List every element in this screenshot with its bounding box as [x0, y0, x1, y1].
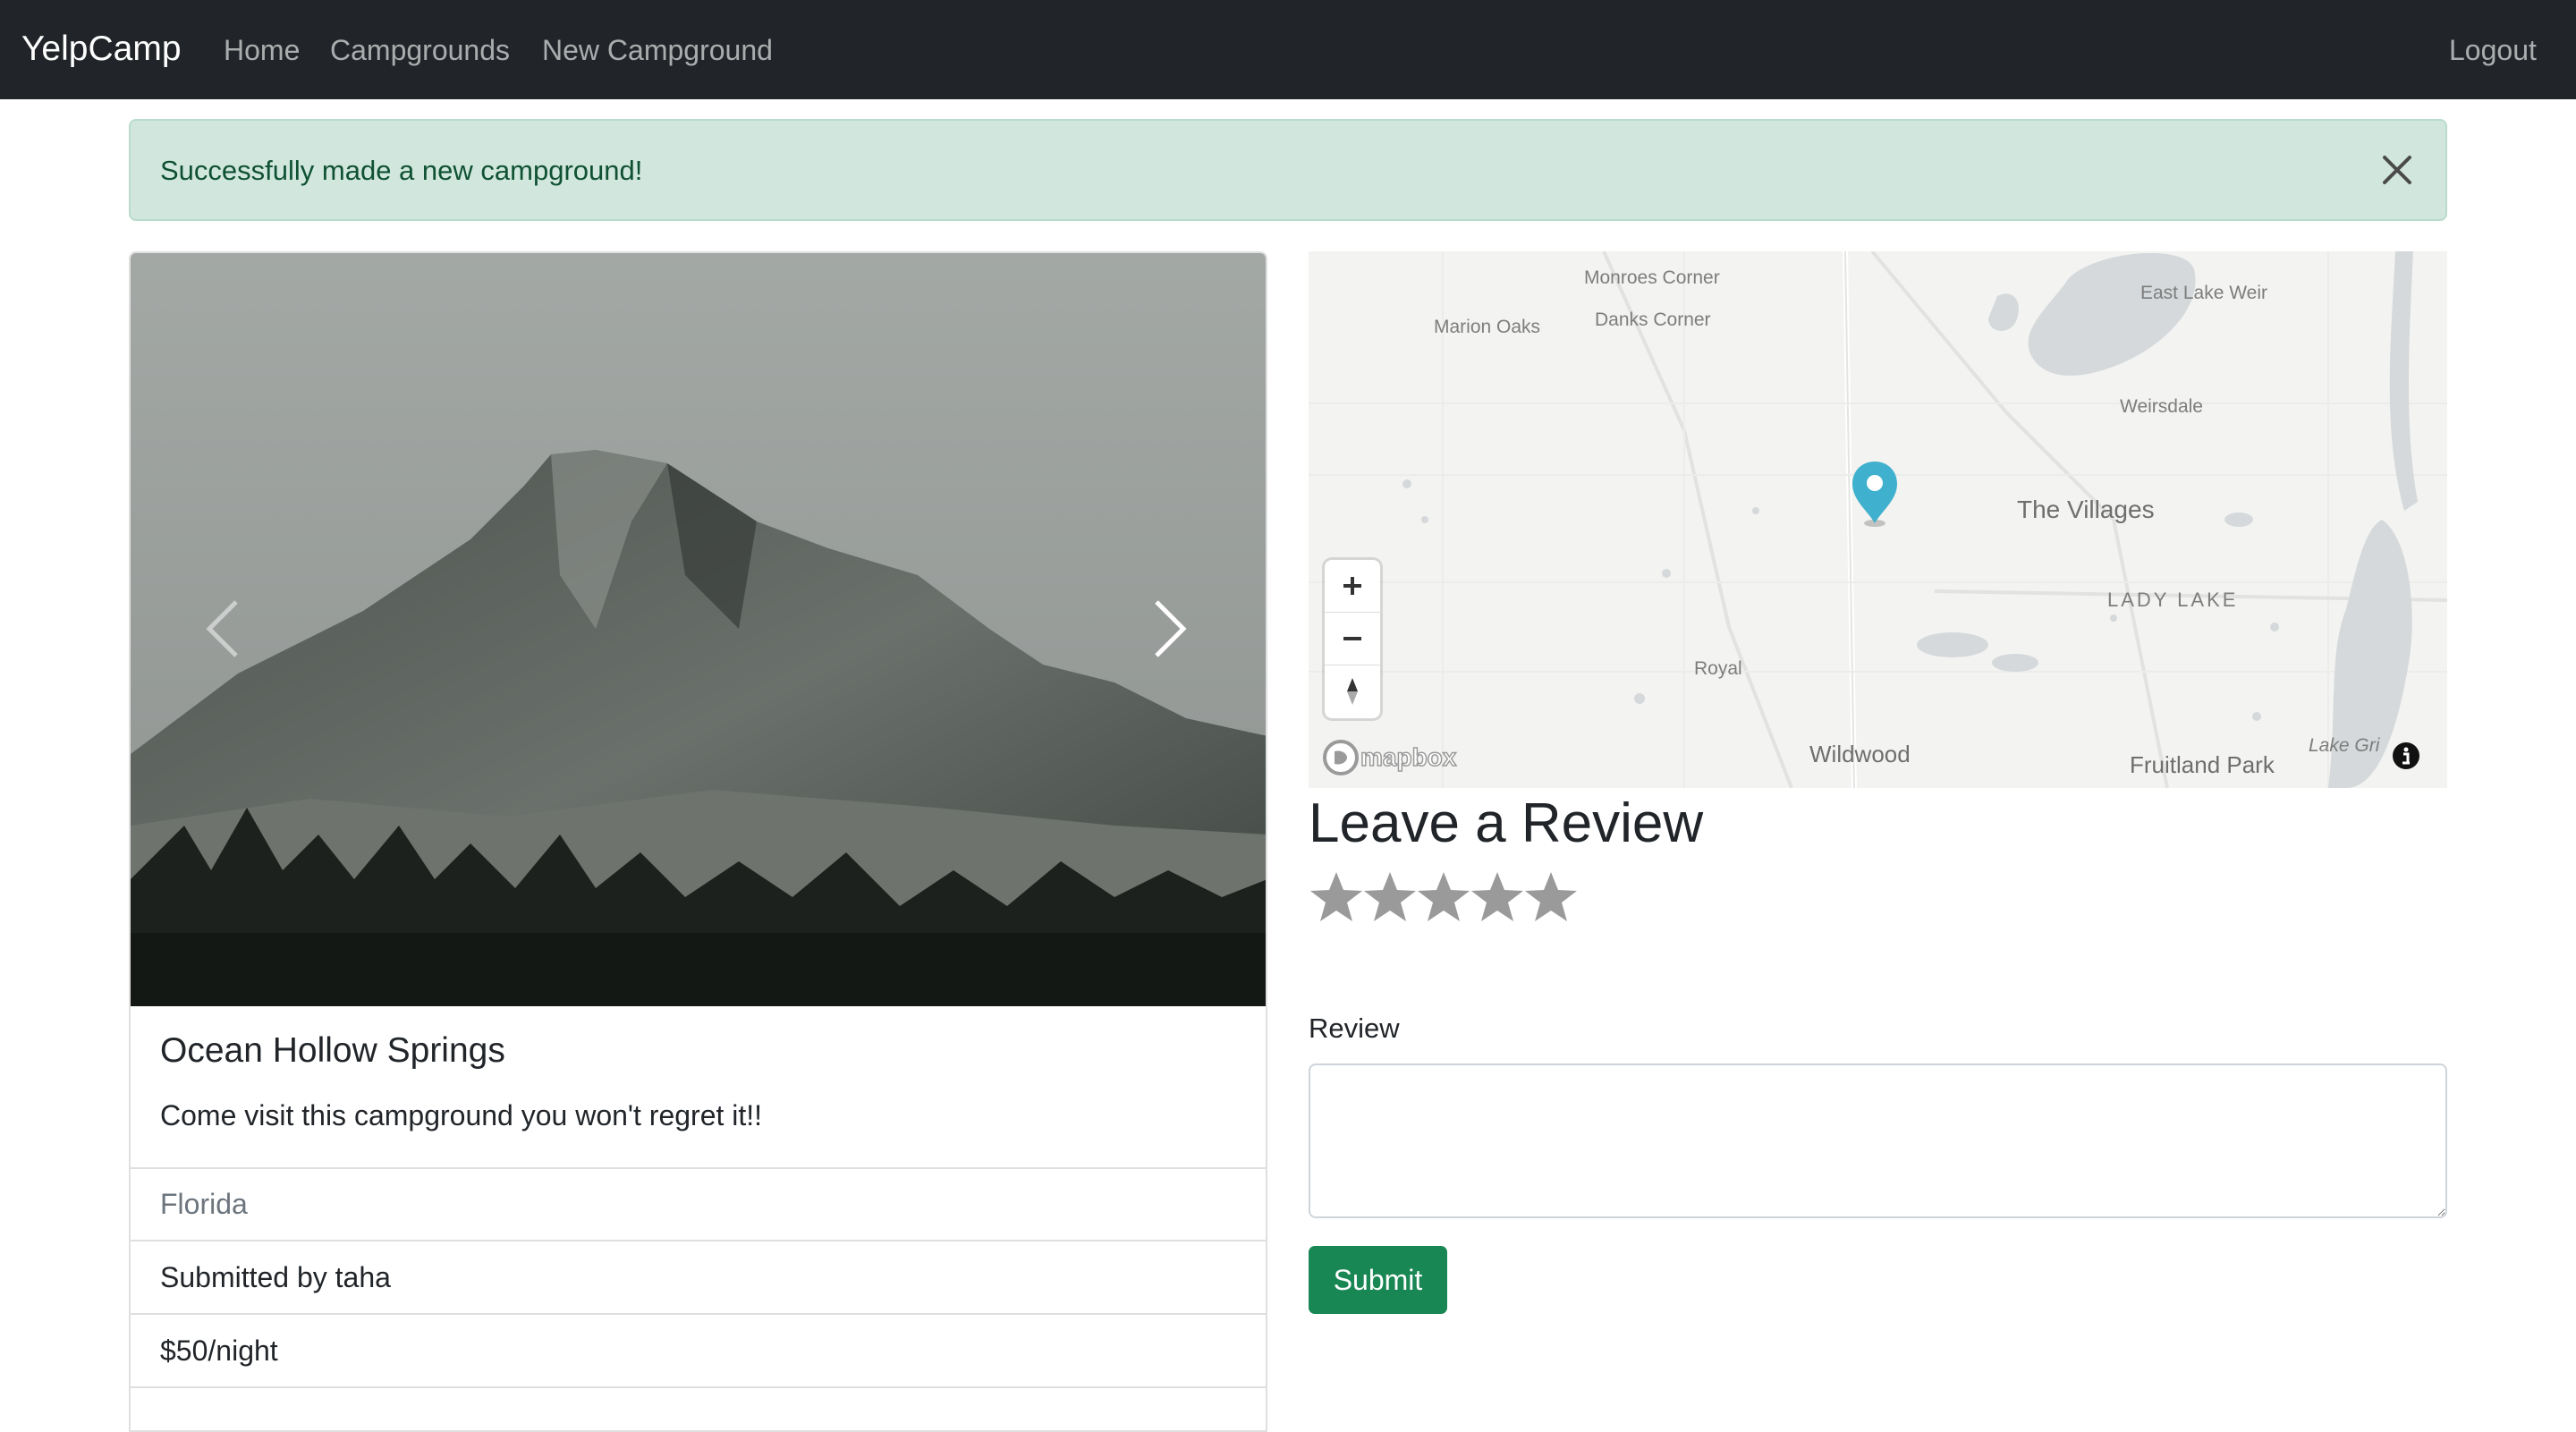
map-label: Danks Corner — [1595, 309, 1711, 330]
info-icon[interactable] — [2391, 741, 2421, 771]
campground-card: Ocean Hollow Springs Come visit this cam… — [129, 251, 1267, 1432]
zoom-out-button[interactable] — [1325, 613, 1380, 665]
zoom-in-button[interactable] — [1325, 560, 1380, 613]
navbar: YelpCamp Home Campgrounds New Campground… — [0, 0, 2576, 99]
location-text: Florida — [160, 1188, 248, 1220]
nav-link-home[interactable]: Home — [224, 30, 300, 71]
campground-location: Florida — [131, 1168, 1266, 1241]
star-icon[interactable] — [1523, 869, 1579, 925]
map-label: East Lake Weir — [2140, 283, 2268, 303]
map-marker-icon[interactable] — [1848, 459, 1902, 530]
star-icon[interactable] — [1470, 869, 1525, 925]
review-textarea[interactable] — [1309, 1063, 2447, 1218]
chevron-right-icon[interactable] — [1128, 575, 1208, 682]
review-heading: Leave a Review — [1309, 792, 1704, 854]
map-navigation-control — [1325, 560, 1380, 718]
mapbox-logo[interactable]: mapbox — [1321, 737, 1478, 778]
nav-link-new-campground[interactable]: New Campground — [542, 30, 773, 71]
campground-map[interactable]: Monroes Corner Marion Oaks Danks Corner … — [1309, 251, 2447, 788]
brand-logo[interactable]: YelpCamp — [21, 27, 182, 72]
submit-button[interactable]: Submit — [1309, 1246, 1447, 1314]
author-text: Submitted by taha — [160, 1261, 391, 1293]
campground-price: $50/night — [131, 1315, 1266, 1388]
map-label: Monroes Corner — [1584, 267, 1720, 288]
campground-author: Submitted by taha — [131, 1241, 1266, 1315]
chevron-left-icon[interactable] — [184, 575, 265, 682]
review-label: Review — [1309, 1013, 1400, 1044]
map-label: Royal — [1694, 658, 1742, 679]
star-icon[interactable] — [1309, 869, 1364, 925]
map-label: The Villages — [2017, 496, 2155, 523]
compass-icon[interactable] — [1325, 665, 1380, 717]
close-icon[interactable] — [2376, 148, 2419, 191]
map-label: Wildwood — [1809, 741, 1911, 767]
image-carousel — [131, 253, 1266, 1006]
card-body: Ocean Hollow Springs Come visit this cam… — [131, 1006, 1266, 1169]
star-icon[interactable] — [1362, 869, 1418, 925]
success-alert: Successfully made a new campground! — [129, 119, 2447, 221]
map-label: Weirsdale — [2120, 396, 2203, 417]
mapbox-wordmark: mapbox — [1360, 743, 1457, 771]
star-icon[interactable] — [1416, 869, 1471, 925]
map-label: Lake Gri — [2309, 735, 2380, 756]
alert-message: Successfully made a new campground! — [160, 155, 643, 186]
campground-description: Come visit this campground you won't reg… — [160, 1099, 763, 1131]
price-text: $50/night — [160, 1335, 278, 1367]
map-label: Fruitland Park — [2130, 751, 2275, 778]
campground-title: Ocean Hollow Springs — [160, 1031, 505, 1070]
info-icon[interactable] — [2427, 734, 2446, 781]
map-label: Marion Oaks — [1434, 317, 1541, 337]
nav-link-campgrounds[interactable]: Campgrounds — [330, 30, 510, 71]
map-label: LADY LAKE — [2107, 589, 2239, 611]
campground-photo — [131, 253, 1266, 1006]
nav-link-logout[interactable]: Logout — [2449, 30, 2537, 71]
